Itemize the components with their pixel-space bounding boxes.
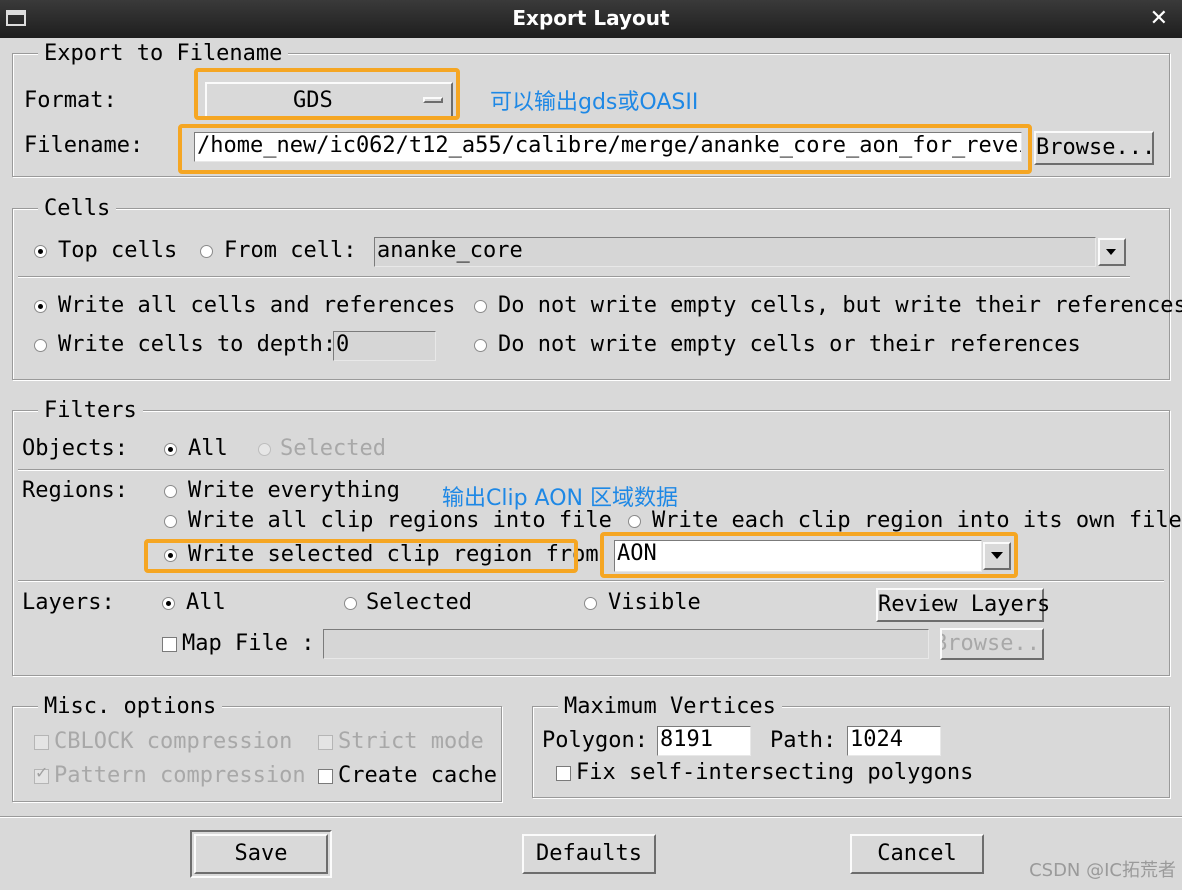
chevron-down-icon <box>1106 249 1116 255</box>
misc-legend: Misc. options <box>38 694 223 720</box>
save-button[interactable]: Save <box>190 830 332 878</box>
format-note: 可以输出gds或OASII <box>490 90 699 115</box>
watermark: CSDN @IC拓荒者 <box>1029 860 1176 881</box>
objects-all-label[interactable]: All <box>188 436 228 462</box>
depth-radio[interactable] <box>34 339 47 352</box>
objects-selected-label: Selected <box>280 436 386 461</box>
write-selected-clip-label[interactable]: Write selected clip region from <box>188 542 599 568</box>
review-layers-button[interactable]: Review Layers <box>876 588 1050 622</box>
from-cell-label[interactable]: From cell: <box>224 238 356 264</box>
footer-separator <box>0 816 1182 818</box>
from-cell-radio[interactable] <box>200 245 213 258</box>
cells-legend: Cells <box>38 196 117 222</box>
vertices-legend: Maximum Vertices <box>558 694 782 720</box>
map-file-checkbox[interactable] <box>162 637 177 652</box>
cblock-checkbox <box>34 735 49 750</box>
regions-separator <box>18 580 1164 582</box>
layers-visible-label[interactable]: Visible <box>608 590 701 616</box>
from-cell-dropdown-button[interactable] <box>1098 238 1126 266</box>
clip-region-combo[interactable]: AON <box>614 540 982 572</box>
format-select[interactable]: GDS <box>205 82 453 118</box>
layers-selected-radio[interactable] <box>344 597 357 610</box>
polygon-input[interactable]: 8191 <box>657 726 751 756</box>
depth-label[interactable]: Write cells to depth: <box>58 332 336 358</box>
objects-selected-radio <box>258 443 271 456</box>
pattern-compression-label: Pattern compression <box>54 763 306 788</box>
write-all-clip-label[interactable]: Write all clip regions into file <box>188 508 612 534</box>
write-everything-radio[interactable] <box>164 485 177 498</box>
cblock-label: CBLOCK compression <box>54 729 293 754</box>
top-cells-radio[interactable] <box>34 245 47 258</box>
objects-label: Objects: <box>22 436 128 461</box>
no-empty-no-refs-radio[interactable] <box>474 339 487 352</box>
fix-polygons-label[interactable]: Fix self-intersecting polygons <box>576 760 973 786</box>
fix-polygons-checkbox[interactable] <box>556 766 571 781</box>
defaults-button[interactable]: Defaults <box>522 834 656 874</box>
strict-mode-label: Strict mode <box>338 729 484 754</box>
cells-separator <box>18 276 1130 278</box>
no-empty-refs-label[interactable]: Do not write empty cells, but write thei… <box>498 293 1182 319</box>
top-cells-label[interactable]: Top cells <box>58 238 177 264</box>
cancel-button[interactable]: Cancel <box>850 834 984 874</box>
layers-selected-label[interactable]: Selected <box>366 590 472 616</box>
depth-input[interactable]: 0 <box>333 331 436 361</box>
pattern-compression-checkbox: ✓ <box>34 763 49 784</box>
strict-mode-checkbox <box>318 735 333 750</box>
chevron-down-icon <box>991 552 1003 559</box>
write-all-cells-radio[interactable] <box>34 300 47 313</box>
no-empty-refs-radio[interactable] <box>474 300 487 313</box>
filename-label: Filename: <box>24 133 144 158</box>
window-title: Export Layout <box>512 6 670 30</box>
path-input[interactable]: 1024 <box>847 726 941 756</box>
title-bar: Export Layout ✕ <box>0 0 1182 38</box>
objects-all-radio[interactable] <box>164 443 177 456</box>
write-all-clip-radio[interactable] <box>164 515 177 528</box>
filters-legend: Filters <box>38 398 143 424</box>
no-empty-no-refs-label[interactable]: Do not write empty cells or their refere… <box>498 332 1081 358</box>
write-selected-clip-radio[interactable] <box>164 549 177 562</box>
checkmark-icon: ✓ <box>35 763 49 782</box>
write-each-clip-label[interactable]: Write each clip region into its own file <box>652 508 1182 534</box>
map-file-input <box>323 629 929 659</box>
write-everything-label[interactable]: Write everything <box>188 478 400 504</box>
filename-input[interactable]: /home_new/ic062/t12_a55/calibre/merge/an… <box>194 132 1022 162</box>
save-button-inner: Save <box>194 834 328 874</box>
path-label: Path: <box>770 728 837 753</box>
close-icon[interactable]: ✕ <box>1150 6 1168 31</box>
option-menu-indicator-icon <box>423 97 443 103</box>
objects-separator <box>18 469 1164 471</box>
create-cache-label[interactable]: Create cache <box>338 763 497 789</box>
map-file-label[interactable]: Map File : <box>182 631 314 657</box>
clip-region-dropdown-button[interactable] <box>983 542 1011 570</box>
map-file-browse-button: Browse... <box>940 628 1044 660</box>
regions-label: Regions: <box>22 478 128 503</box>
create-cache-checkbox[interactable] <box>318 769 333 784</box>
layers-label: Layers: <box>22 590 115 615</box>
format-label: Format: <box>24 88 117 113</box>
export-legend: Export to Filename <box>38 41 289 67</box>
layers-visible-radio[interactable] <box>584 597 597 610</box>
write-all-cells-label[interactable]: Write all cells and references <box>58 293 455 319</box>
browse-button[interactable]: Browse... <box>1034 131 1155 165</box>
layers-all-label[interactable]: All <box>186 590 226 616</box>
write-each-clip-radio[interactable] <box>628 515 641 528</box>
from-cell-combo[interactable]: ananke_core <box>374 237 1096 267</box>
format-value: GDS <box>293 88 333 113</box>
polygon-label: Polygon: <box>542 728 648 753</box>
layers-all-radio[interactable] <box>162 597 175 610</box>
